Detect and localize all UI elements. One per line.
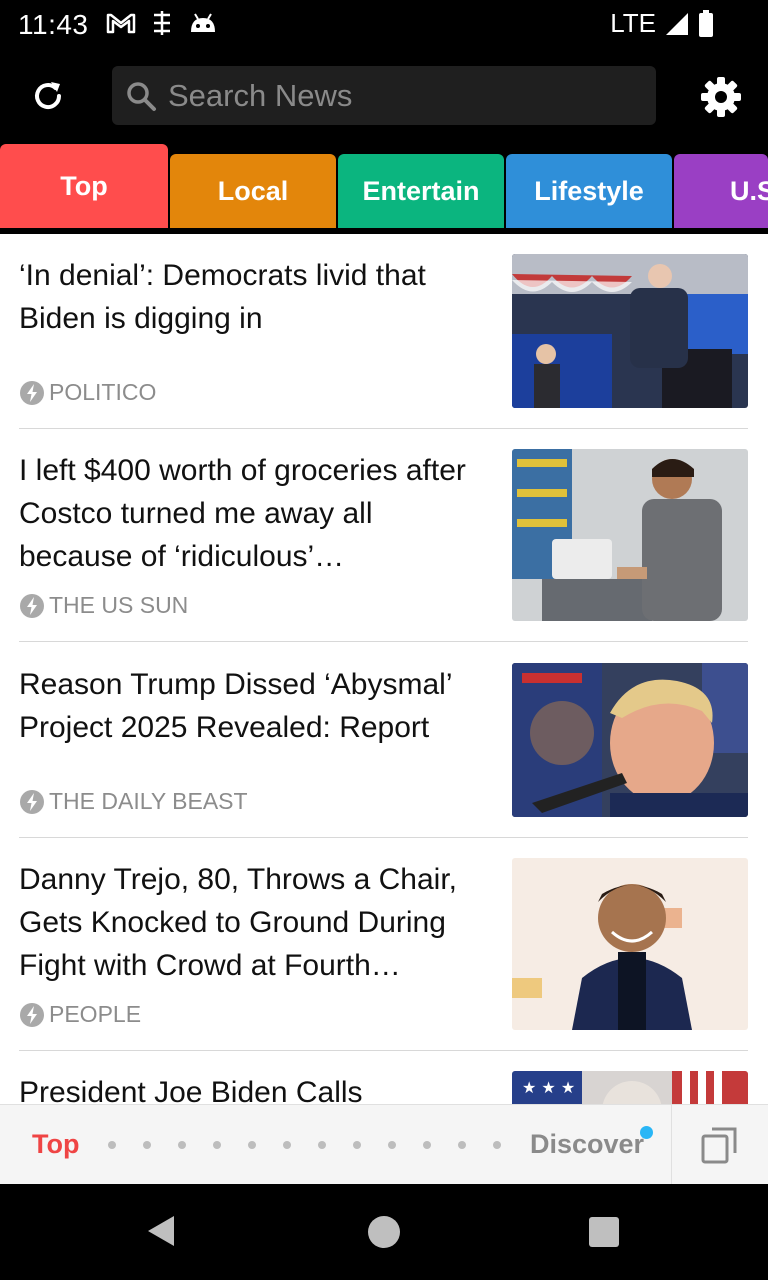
news-list[interactable]: ‘In denial’: Democrats livid that Biden … xyxy=(0,234,768,1104)
news-thumbnail[interactable] xyxy=(512,449,748,621)
news-source-label: POLITICO xyxy=(49,379,157,405)
refresh-button[interactable] xyxy=(26,74,70,118)
news-item[interactable]: President Joe Biden Calls ★ ★ ★ xyxy=(0,1051,768,1104)
flash-icon xyxy=(20,1002,44,1027)
bottom-tab-discover[interactable]: Discover xyxy=(530,1129,644,1160)
page-dot xyxy=(423,1141,431,1149)
page-dot xyxy=(458,1141,466,1149)
bottom-tab-top[interactable]: Top xyxy=(32,1129,79,1160)
network-label: LTE xyxy=(610,8,656,38)
tab-label: Entertain xyxy=(362,175,480,206)
open-tabs-button[interactable] xyxy=(700,1125,740,1165)
status-bar: 11:43 LTE xyxy=(0,0,768,50)
news-source: THE DAILY BEAST xyxy=(19,788,248,815)
page-dot xyxy=(248,1141,256,1149)
search-box[interactable] xyxy=(112,66,656,125)
page-dot xyxy=(353,1141,361,1149)
news-headline[interactable]: President Joe Biden Calls xyxy=(19,1071,489,1104)
news-item[interactable]: I left $400 worth of groceries after Cos… xyxy=(0,429,768,642)
page-dot xyxy=(108,1141,116,1149)
news-item[interactable]: Danny Trejo, 80, Throws a Chair, Gets Kn… xyxy=(0,838,768,1051)
notification-badge xyxy=(640,1126,653,1139)
status-time: 11:43 xyxy=(18,9,89,40)
news-thumbnail[interactable] xyxy=(512,254,748,408)
page-dot xyxy=(318,1141,326,1149)
signal-icon xyxy=(666,12,688,35)
page-dot xyxy=(178,1141,186,1149)
page-dot xyxy=(283,1141,291,1149)
screen: 11:43 LTE Search News Top Local Entertai… xyxy=(0,0,768,1280)
settings-button[interactable] xyxy=(698,74,744,120)
refresh-icon xyxy=(35,82,62,110)
battery-icon xyxy=(699,9,713,37)
news-thumbnail[interactable] xyxy=(512,663,748,817)
bottom-nav-bar: Top Discover xyxy=(0,1104,768,1185)
search-input[interactable] xyxy=(168,77,638,114)
svg-text:★ ★ ★: ★ ★ ★ xyxy=(522,1078,575,1097)
tab-label: Local xyxy=(217,175,289,206)
flash-icon xyxy=(20,789,44,814)
news-source: POLITICO xyxy=(19,379,156,406)
divider xyxy=(671,1105,672,1185)
page-dot xyxy=(143,1141,151,1149)
tab-lifestyle[interactable]: Lifestyle xyxy=(506,154,672,228)
status-icons-left xyxy=(106,9,218,37)
page-dot xyxy=(213,1141,221,1149)
system-nav-bar xyxy=(0,1184,768,1280)
news-source-label: THE DAILY BEAST xyxy=(49,788,248,814)
news-headline[interactable]: I left $400 worth of groceries after Cos… xyxy=(19,449,489,578)
status-icons-right: LTE xyxy=(610,8,714,39)
tab-top[interactable]: Top xyxy=(0,144,168,228)
news-headline[interactable]: Reason Trump Dissed ‘Abysmal’ Project 20… xyxy=(19,663,489,749)
home-button[interactable] xyxy=(368,1216,400,1248)
flash-icon xyxy=(20,593,44,618)
category-tabs: Top Local Entertain Lifestyle U.S xyxy=(0,144,768,378)
sync-icon xyxy=(154,11,170,35)
flash-icon xyxy=(20,380,44,405)
tab-entertain[interactable]: Entertain xyxy=(338,154,504,228)
page-indicator-dots xyxy=(108,1141,501,1149)
news-item[interactable]: Reason Trump Dissed ‘Abysmal’ Project 20… xyxy=(0,642,768,838)
page-dot xyxy=(493,1141,501,1149)
news-thumbnail[interactable]: ★ ★ ★ xyxy=(512,1071,748,1104)
news-headline[interactable]: ‘In denial’: Democrats livid that Biden … xyxy=(19,254,489,340)
back-icon[interactable] xyxy=(146,1214,176,1248)
tab-label: Top xyxy=(60,170,108,201)
tab-local[interactable]: Local xyxy=(170,154,336,228)
recent-apps-button[interactable] xyxy=(589,1217,619,1247)
news-headline[interactable]: Danny Trejo, 80, Throws a Chair, Gets Kn… xyxy=(19,858,489,987)
news-source-label: THE US SUN xyxy=(49,592,189,618)
copy-icon xyxy=(701,1127,737,1164)
news-thumbnail[interactable] xyxy=(512,858,748,1030)
page-dot xyxy=(388,1141,396,1149)
tab-label: U.S xyxy=(730,175,768,206)
news-source-label: PEOPLE xyxy=(49,1001,142,1027)
news-source: PEOPLE xyxy=(19,1001,141,1028)
app-bar xyxy=(0,50,768,144)
search-icon xyxy=(124,79,158,113)
gear-icon xyxy=(701,77,741,117)
news-source: THE US SUN xyxy=(19,592,188,619)
tab-label: Lifestyle xyxy=(534,175,644,206)
gmail-icon xyxy=(106,13,136,34)
android-icon xyxy=(191,13,215,32)
news-item[interactable]: ‘In denial’: Democrats livid that Biden … xyxy=(0,234,768,429)
tab-us[interactable]: U.S xyxy=(674,154,768,228)
